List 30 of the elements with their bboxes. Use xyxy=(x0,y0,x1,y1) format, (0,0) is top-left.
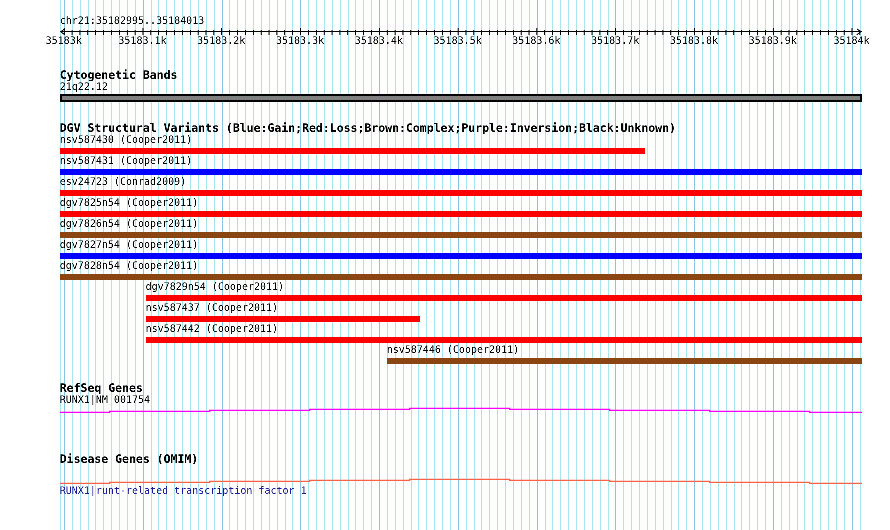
gene-label: RUNX1|NM_001754 xyxy=(60,395,150,407)
variant-label: dgv7827n54 (Cooper2011) xyxy=(60,240,198,252)
variant-label: nsv587431 (Cooper2011) xyxy=(60,156,192,168)
position-label: chr21:35182995..35184013 xyxy=(60,16,204,28)
band-label: 21q22.12 xyxy=(60,82,108,94)
scale-tick-label: 35183.9k xyxy=(748,36,798,48)
scale-tick-label: 35183.4k xyxy=(354,36,404,48)
variant-label: esv24723 (Conrad2009) xyxy=(60,177,186,189)
variant-label: dgv7826n54 (Cooper2011) xyxy=(60,219,198,231)
gene-description: RUNX1|runt-related transcription factor 1 xyxy=(60,486,307,498)
variant-label: nsv587442 (Cooper2011) xyxy=(146,324,278,336)
variant-label: nsv587446 (Cooper2011) xyxy=(386,345,520,357)
scale-tick-label: 35183.6k xyxy=(512,36,561,48)
scale-tick-label: 35183.5k xyxy=(434,36,482,48)
variant-label: nsv587430 (Cooper2011) xyxy=(60,135,192,147)
track-title: DGV Structural Variants (Blue:Gain;Red:Loss;Brown:Complex;Purple:Inversion;Black:Unknown) xyxy=(60,122,676,135)
scale-tick-label: 35183.1k xyxy=(118,36,167,48)
scale-tick-label: 35183.8k xyxy=(670,36,718,48)
scale-tick-label: 35184k xyxy=(834,36,870,48)
variant-label: dgv7825n54 (Cooper2011) xyxy=(60,198,198,210)
scale-tick-label: 35183.7k xyxy=(591,36,640,48)
variant-label: dgv7828n54 (Cooper2011) xyxy=(60,261,198,273)
variant-label: nsv587437 (Cooper2011) xyxy=(146,303,278,315)
scale-tick-label: 35183k xyxy=(46,36,82,48)
track-title: RefSeq Genes xyxy=(60,382,144,395)
scale-tick-label: 35183.3k xyxy=(276,36,324,48)
variant-label: dgv7829n54 (Cooper2011) xyxy=(146,282,284,294)
track-title: Cytogenetic Bands xyxy=(60,69,178,82)
scale-tick-label: 35183.2k xyxy=(197,36,246,48)
track-title: Disease Genes (OMIM) xyxy=(60,453,198,466)
